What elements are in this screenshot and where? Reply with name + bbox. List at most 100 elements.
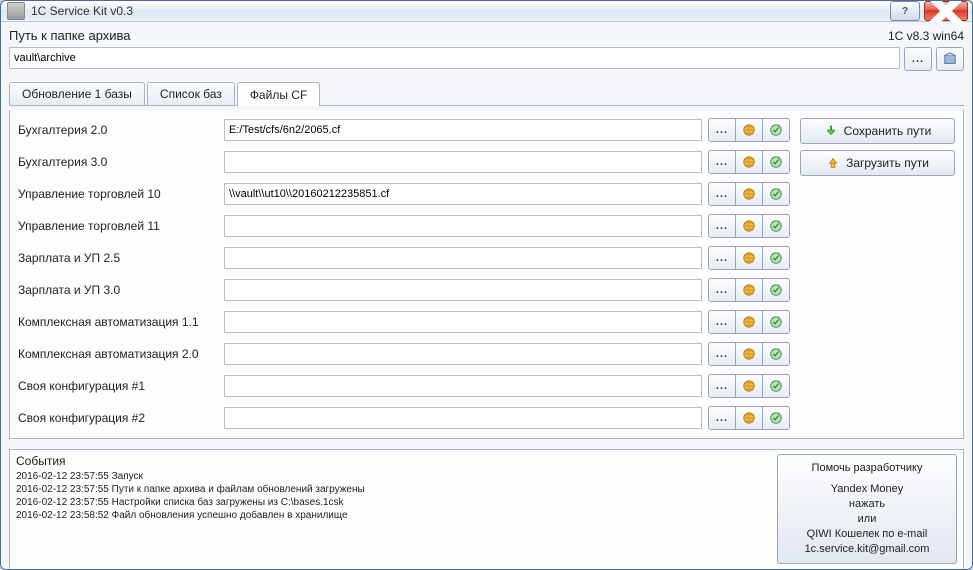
config-path-input[interactable]	[224, 407, 702, 429]
side-column: Сохранить пути Загрузить пути	[800, 118, 955, 430]
config-row: Управление торговлей 11...	[18, 214, 790, 238]
download-button[interactable]	[736, 246, 763, 270]
add-to-vault-button[interactable]	[763, 278, 790, 302]
config-row: Зарплата и УП 3.0...	[18, 278, 790, 302]
tab-update[interactable]: Обновление 1 базы	[9, 82, 145, 105]
config-buttons: ...	[708, 406, 790, 430]
open-archive-button[interactable]	[936, 47, 964, 71]
download-button[interactable]	[736, 278, 763, 302]
config-label: Бухгалтерия 3.0	[18, 155, 218, 169]
dots-icon: ...	[716, 284, 728, 296]
save-paths-button[interactable]: Сохранить пути	[800, 118, 955, 144]
app-icon	[7, 2, 25, 20]
donate-line1: Помочь разработчику	[782, 461, 952, 476]
add-to-vault-button[interactable]	[763, 374, 790, 398]
donate-line4: или	[782, 512, 952, 527]
config-label: Комплексная автоматизация 1.1	[18, 315, 218, 329]
save-paths-label: Сохранить пути	[844, 124, 932, 138]
config-row: Комплексная автоматизация 2.0...	[18, 342, 790, 366]
archive-path-label: Путь к папке архива	[9, 28, 131, 43]
vault-icon	[769, 155, 783, 169]
events-title: События	[16, 454, 769, 468]
events-log: События 2016-02-12 23:57:55 Запуск2016-0…	[16, 454, 769, 564]
add-to-vault-button[interactable]	[763, 150, 790, 174]
config-label: Своя конфигурация #1	[18, 379, 218, 393]
vault-icon	[769, 379, 783, 393]
browse-file-button[interactable]: ...	[708, 118, 736, 142]
add-to-vault-button[interactable]	[763, 182, 790, 206]
config-path-input[interactable]	[224, 183, 702, 205]
config-label: Бухгалтерия 2.0	[18, 123, 218, 137]
config-buttons: ...	[708, 118, 790, 142]
browse-file-button[interactable]: ...	[708, 246, 736, 270]
load-paths-button[interactable]: Загрузить пути	[800, 150, 955, 176]
add-to-vault-button[interactable]	[763, 118, 790, 142]
download-button[interactable]	[736, 374, 763, 398]
add-to-vault-button[interactable]	[763, 342, 790, 366]
add-to-vault-button[interactable]	[763, 310, 790, 334]
tab-files[interactable]: Файлы CF	[237, 82, 320, 106]
box-icon	[943, 52, 957, 66]
config-path-input[interactable]	[224, 151, 702, 173]
browse-file-button[interactable]: ...	[708, 150, 736, 174]
config-path-input[interactable]	[224, 311, 702, 333]
dots-icon: ...	[912, 53, 924, 65]
download-button[interactable]	[736, 150, 763, 174]
download-button[interactable]	[736, 310, 763, 334]
download-button[interactable]	[736, 342, 763, 366]
tab-list[interactable]: Список баз	[147, 82, 235, 105]
donate-line3: нажать	[782, 497, 952, 512]
globe-icon	[742, 219, 756, 233]
browse-file-button[interactable]: ...	[708, 278, 736, 302]
add-to-vault-button[interactable]	[763, 246, 790, 270]
config-row: Своя конфигурация #1...	[18, 374, 790, 398]
arrow-up-icon	[826, 156, 840, 170]
globe-icon	[742, 187, 756, 201]
help-button[interactable]: ?	[890, 1, 920, 21]
dots-icon: ...	[716, 188, 728, 200]
browse-file-button[interactable]: ...	[708, 406, 736, 430]
add-to-vault-button[interactable]	[763, 406, 790, 430]
globe-icon	[742, 251, 756, 265]
config-label: Управление торговлей 10	[18, 187, 218, 201]
dots-icon: ...	[716, 220, 728, 232]
donate-button[interactable]: Помочь разработчику Yandex Money нажать …	[777, 454, 957, 564]
browse-file-button[interactable]: ...	[708, 374, 736, 398]
dots-icon: ...	[716, 156, 728, 168]
config-row: Бухгалтерия 3.0...	[18, 150, 790, 174]
config-buttons: ...	[708, 374, 790, 398]
browse-archive-button[interactable]: ...	[904, 47, 932, 71]
download-button[interactable]	[736, 406, 763, 430]
browse-file-button[interactable]: ...	[708, 342, 736, 366]
globe-icon	[742, 411, 756, 425]
browse-file-button[interactable]: ...	[708, 214, 736, 238]
config-label: Комплексная автоматизация 2.0	[18, 347, 218, 361]
config-path-input[interactable]	[224, 343, 702, 365]
config-path-input[interactable]	[224, 119, 702, 141]
config-row: Своя конфигурация #2...	[18, 406, 790, 430]
config-path-input[interactable]	[224, 247, 702, 269]
download-button[interactable]	[736, 182, 763, 206]
globe-icon	[742, 315, 756, 329]
config-buttons: ...	[708, 182, 790, 206]
add-to-vault-button[interactable]	[763, 214, 790, 238]
browse-file-button[interactable]: ...	[708, 182, 736, 206]
archive-path-input[interactable]	[9, 47, 900, 69]
config-path-input[interactable]	[224, 375, 702, 397]
dots-icon: ...	[716, 316, 728, 328]
browse-file-button[interactable]: ...	[708, 310, 736, 334]
config-path-input[interactable]	[224, 279, 702, 301]
close-button[interactable]	[924, 1, 968, 21]
download-button[interactable]	[736, 214, 763, 238]
globe-icon	[742, 123, 756, 137]
vault-icon	[769, 283, 783, 297]
config-path-input[interactable]	[224, 215, 702, 237]
download-button[interactable]	[736, 118, 763, 142]
dots-icon: ...	[716, 380, 728, 392]
config-label: Своя конфигурация #2	[18, 411, 218, 425]
log-line: 2016-02-12 23:57:55 Запуск	[16, 470, 769, 483]
globe-icon	[742, 155, 756, 169]
donate-line6: 1c.service.kit@gmail.com	[782, 542, 952, 557]
titlebar[interactable]: 1C Service Kit v0.3 ?	[1, 1, 972, 22]
vault-icon	[769, 219, 783, 233]
